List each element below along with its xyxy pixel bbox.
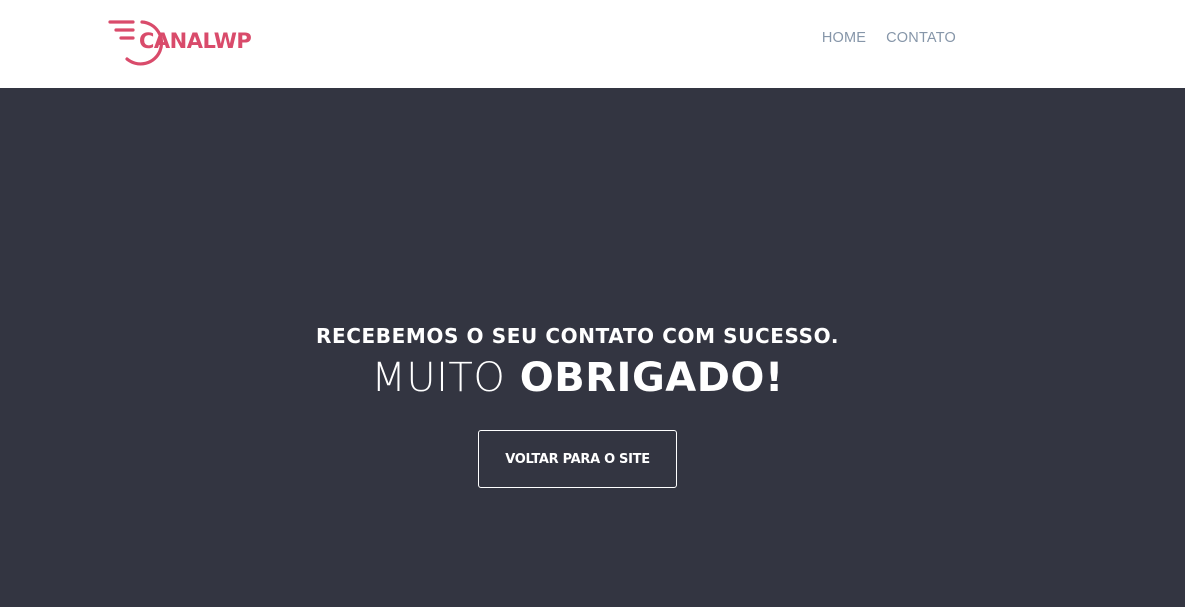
- logo-wordmark: CANALWP: [139, 29, 252, 53]
- back-to-site-button[interactable]: VOLTAR PARA O SITE: [478, 430, 677, 488]
- hero-title: MUITO OBRIGADO!: [0, 354, 1155, 402]
- main-nav: HOME CONTATO: [822, 30, 956, 46]
- hero-subtitle: RECEBEMOS O SEU CONTATO COM SUCESSO.: [315, 324, 840, 348]
- hero-content: RECEBEMOS O SEU CONTATO COM SUCESSO. MUI…: [0, 322, 1155, 402]
- hero-title-bold: OBRIGADO!: [519, 355, 784, 401]
- site-header: CANALWP HOME CONTATO: [0, 0, 1185, 88]
- hero-section: RECEBEMOS O SEU CONTATO COM SUCESSO. MUI…: [0, 88, 1185, 607]
- nav-item-home[interactable]: HOME: [822, 30, 866, 46]
- nav-item-contato[interactable]: CONTATO: [886, 30, 956, 46]
- hero-title-light: MUITO: [371, 355, 506, 401]
- site-logo[interactable]: CANALWP: [108, 18, 278, 68]
